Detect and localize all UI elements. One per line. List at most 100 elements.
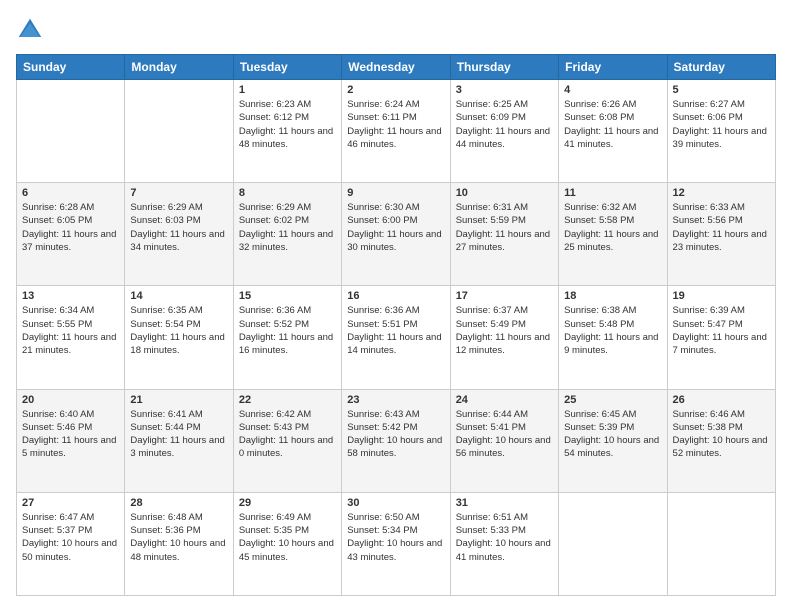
cell-info: Sunrise: 6:31 AM Sunset: 5:59 PM Dayligh… xyxy=(456,201,553,254)
day-number: 31 xyxy=(456,497,553,509)
calendar-cell: 17 Sunrise: 6:37 AM Sunset: 5:49 PM Dayli… xyxy=(450,286,558,389)
calendar-cell: 21 Sunrise: 6:41 AM Sunset: 5:44 PM Dayli… xyxy=(125,389,233,492)
logo-icon xyxy=(16,16,44,44)
day-number: 18 xyxy=(564,290,661,302)
calendar-cell: 23 Sunrise: 6:43 AM Sunset: 5:42 PM Dayli… xyxy=(342,389,450,492)
logo xyxy=(16,16,48,44)
calendar-cell: 28Sunrise: 6:48 AM Sunset: 5:36 PM Dayli… xyxy=(125,492,233,595)
day-number: 11 xyxy=(564,187,661,199)
calendar-cell: 5Sunrise: 6:27 AM Sunset: 6:06 PM Daylig… xyxy=(667,80,775,183)
cell-info: Sunrise: 6:29 AM Sunset: 6:03 PM Dayligh… xyxy=(130,201,227,254)
calendar-week-row: 13 Sunrise: 6:34 AM Sunset: 5:55 PM Dayli… xyxy=(17,286,776,389)
cell-info: Sunrise: 6:27 AM Sunset: 6:06 PM Dayligh… xyxy=(673,98,770,151)
day-number: 4 xyxy=(564,84,661,96)
calendar-cell: 3 Sunrise: 6:25 AM Sunset: 6:09 PM Daylig… xyxy=(450,80,558,183)
calendar-cell: 2Sunrise: 6:24 AM Sunset: 6:11 PM Daylig… xyxy=(342,80,450,183)
calendar-cell: 4 Sunrise: 6:26 AM Sunset: 6:08 PM Daylig… xyxy=(559,80,667,183)
cell-info: Sunrise: 6:28 AM Sunset: 6:05 PM Dayligh… xyxy=(22,201,119,254)
cell-info: Sunrise: 6:38 AM Sunset: 5:48 PM Dayligh… xyxy=(564,304,661,357)
weekday-header: Wednesday xyxy=(342,55,450,80)
day-number: 1 xyxy=(239,84,336,96)
calendar-cell xyxy=(125,80,233,183)
day-number: 27 xyxy=(22,497,119,509)
cell-info: Sunrise: 6:46 AM Sunset: 5:38 PM Dayligh… xyxy=(673,408,770,461)
cell-info: Sunrise: 6:36 AM Sunset: 5:52 PM Dayligh… xyxy=(239,304,336,357)
calendar-cell xyxy=(667,492,775,595)
cell-info: Sunrise: 6:44 AM Sunset: 5:41 PM Dayligh… xyxy=(456,408,553,461)
calendar-cell: 16 Sunrise: 6:36 AM Sunset: 5:51 PM Dayli… xyxy=(342,286,450,389)
calendar-cell: 9 Sunrise: 6:30 AM Sunset: 6:00 PM Daylig… xyxy=(342,183,450,286)
day-number: 24 xyxy=(456,394,553,406)
calendar-cell: 25 Sunrise: 6:45 AM Sunset: 5:39 PM Dayli… xyxy=(559,389,667,492)
cell-info: Sunrise: 6:51 AM Sunset: 5:33 PM Dayligh… xyxy=(456,511,553,564)
cell-info: Sunrise: 6:37 AM Sunset: 5:49 PM Dayligh… xyxy=(456,304,553,357)
cell-info: Sunrise: 6:45 AM Sunset: 5:39 PM Dayligh… xyxy=(564,408,661,461)
calendar-week-row: 27 Sunrise: 6:47 AM Sunset: 5:37 PM Dayli… xyxy=(17,492,776,595)
calendar-cell: 14 Sunrise: 6:35 AM Sunset: 5:54 PM Dayli… xyxy=(125,286,233,389)
day-number: 30 xyxy=(347,497,444,509)
calendar-cell: 1 Sunrise: 6:23 AM Sunset: 6:12 PM Daylig… xyxy=(233,80,341,183)
header xyxy=(16,16,776,44)
day-number: 3 xyxy=(456,84,553,96)
cell-info: Sunrise: 6:40 AM Sunset: 5:46 PM Dayligh… xyxy=(22,408,119,461)
calendar-cell: 13 Sunrise: 6:34 AM Sunset: 5:55 PM Dayli… xyxy=(17,286,125,389)
calendar-cell: 26 Sunrise: 6:46 AM Sunset: 5:38 PM Dayli… xyxy=(667,389,775,492)
cell-info: Sunrise: 6:23 AM Sunset: 6:12 PM Dayligh… xyxy=(239,98,336,151)
calendar-table: SundayMondayTuesdayWednesdayThursdayFrid… xyxy=(16,54,776,596)
cell-info: Sunrise: 6:25 AM Sunset: 6:09 PM Dayligh… xyxy=(456,98,553,151)
calendar-cell: 18 Sunrise: 6:38 AM Sunset: 5:48 PM Dayli… xyxy=(559,286,667,389)
cell-info: Sunrise: 6:50 AM Sunset: 5:34 PM Dayligh… xyxy=(347,511,444,564)
cell-info: Sunrise: 6:39 AM Sunset: 5:47 PM Dayligh… xyxy=(673,304,770,357)
day-number: 13 xyxy=(22,290,119,302)
calendar-cell: 12 Sunrise: 6:33 AM Sunset: 5:56 PM Dayli… xyxy=(667,183,775,286)
calendar-cell: 27 Sunrise: 6:47 AM Sunset: 5:37 PM Dayli… xyxy=(17,492,125,595)
day-number: 9 xyxy=(347,187,444,199)
day-number: 19 xyxy=(673,290,770,302)
cell-info: Sunrise: 6:41 AM Sunset: 5:44 PM Dayligh… xyxy=(130,408,227,461)
day-number: 25 xyxy=(564,394,661,406)
calendar-cell: 15 Sunrise: 6:36 AM Sunset: 5:52 PM Dayli… xyxy=(233,286,341,389)
day-number: 29 xyxy=(239,497,336,509)
weekday-header: Friday xyxy=(559,55,667,80)
calendar-cell: 6Sunrise: 6:28 AM Sunset: 6:05 PM Daylig… xyxy=(17,183,125,286)
calendar-cell: 8 Sunrise: 6:29 AM Sunset: 6:02 PM Daylig… xyxy=(233,183,341,286)
cell-info: Sunrise: 6:29 AM Sunset: 6:02 PM Dayligh… xyxy=(239,201,336,254)
day-number: 15 xyxy=(239,290,336,302)
cell-info: Sunrise: 6:42 AM Sunset: 5:43 PM Dayligh… xyxy=(239,408,336,461)
calendar-cell xyxy=(559,492,667,595)
day-number: 23 xyxy=(347,394,444,406)
day-number: 17 xyxy=(456,290,553,302)
weekday-header: Sunday xyxy=(17,55,125,80)
cell-info: Sunrise: 6:43 AM Sunset: 5:42 PM Dayligh… xyxy=(347,408,444,461)
day-number: 20 xyxy=(22,394,119,406)
calendar-cell: 29 Sunrise: 6:49 AM Sunset: 5:35 PM Dayli… xyxy=(233,492,341,595)
calendar-cell: 7 Sunrise: 6:29 AM Sunset: 6:03 PM Daylig… xyxy=(125,183,233,286)
calendar-cell: 31 Sunrise: 6:51 AM Sunset: 5:33 PM Dayli… xyxy=(450,492,558,595)
day-number: 16 xyxy=(347,290,444,302)
day-number: 26 xyxy=(673,394,770,406)
cell-info: Sunrise: 6:49 AM Sunset: 5:35 PM Dayligh… xyxy=(239,511,336,564)
day-number: 12 xyxy=(673,187,770,199)
day-number: 10 xyxy=(456,187,553,199)
cell-info: Sunrise: 6:36 AM Sunset: 5:51 PM Dayligh… xyxy=(347,304,444,357)
calendar-header-row: SundayMondayTuesdayWednesdayThursdayFrid… xyxy=(17,55,776,80)
calendar-cell xyxy=(17,80,125,183)
cell-info: Sunrise: 6:30 AM Sunset: 6:00 PM Dayligh… xyxy=(347,201,444,254)
day-number: 7 xyxy=(130,187,227,199)
calendar-cell: 10 Sunrise: 6:31 AM Sunset: 5:59 PM Dayli… xyxy=(450,183,558,286)
weekday-header: Tuesday xyxy=(233,55,341,80)
day-number: 21 xyxy=(130,394,227,406)
calendar-cell: 22 Sunrise: 6:42 AM Sunset: 5:43 PM Dayli… xyxy=(233,389,341,492)
cell-info: Sunrise: 6:33 AM Sunset: 5:56 PM Dayligh… xyxy=(673,201,770,254)
weekday-header: Saturday xyxy=(667,55,775,80)
cell-info: Sunrise: 6:26 AM Sunset: 6:08 PM Dayligh… xyxy=(564,98,661,151)
page: SundayMondayTuesdayWednesdayThursdayFrid… xyxy=(0,0,792,612)
cell-info: Sunrise: 6:35 AM Sunset: 5:54 PM Dayligh… xyxy=(130,304,227,357)
day-number: 28 xyxy=(130,497,227,509)
day-number: 2 xyxy=(347,84,444,96)
day-number: 14 xyxy=(130,290,227,302)
day-number: 22 xyxy=(239,394,336,406)
day-number: 8 xyxy=(239,187,336,199)
cell-info: Sunrise: 6:47 AM Sunset: 5:37 PM Dayligh… xyxy=(22,511,119,564)
cell-info: Sunrise: 6:34 AM Sunset: 5:55 PM Dayligh… xyxy=(22,304,119,357)
